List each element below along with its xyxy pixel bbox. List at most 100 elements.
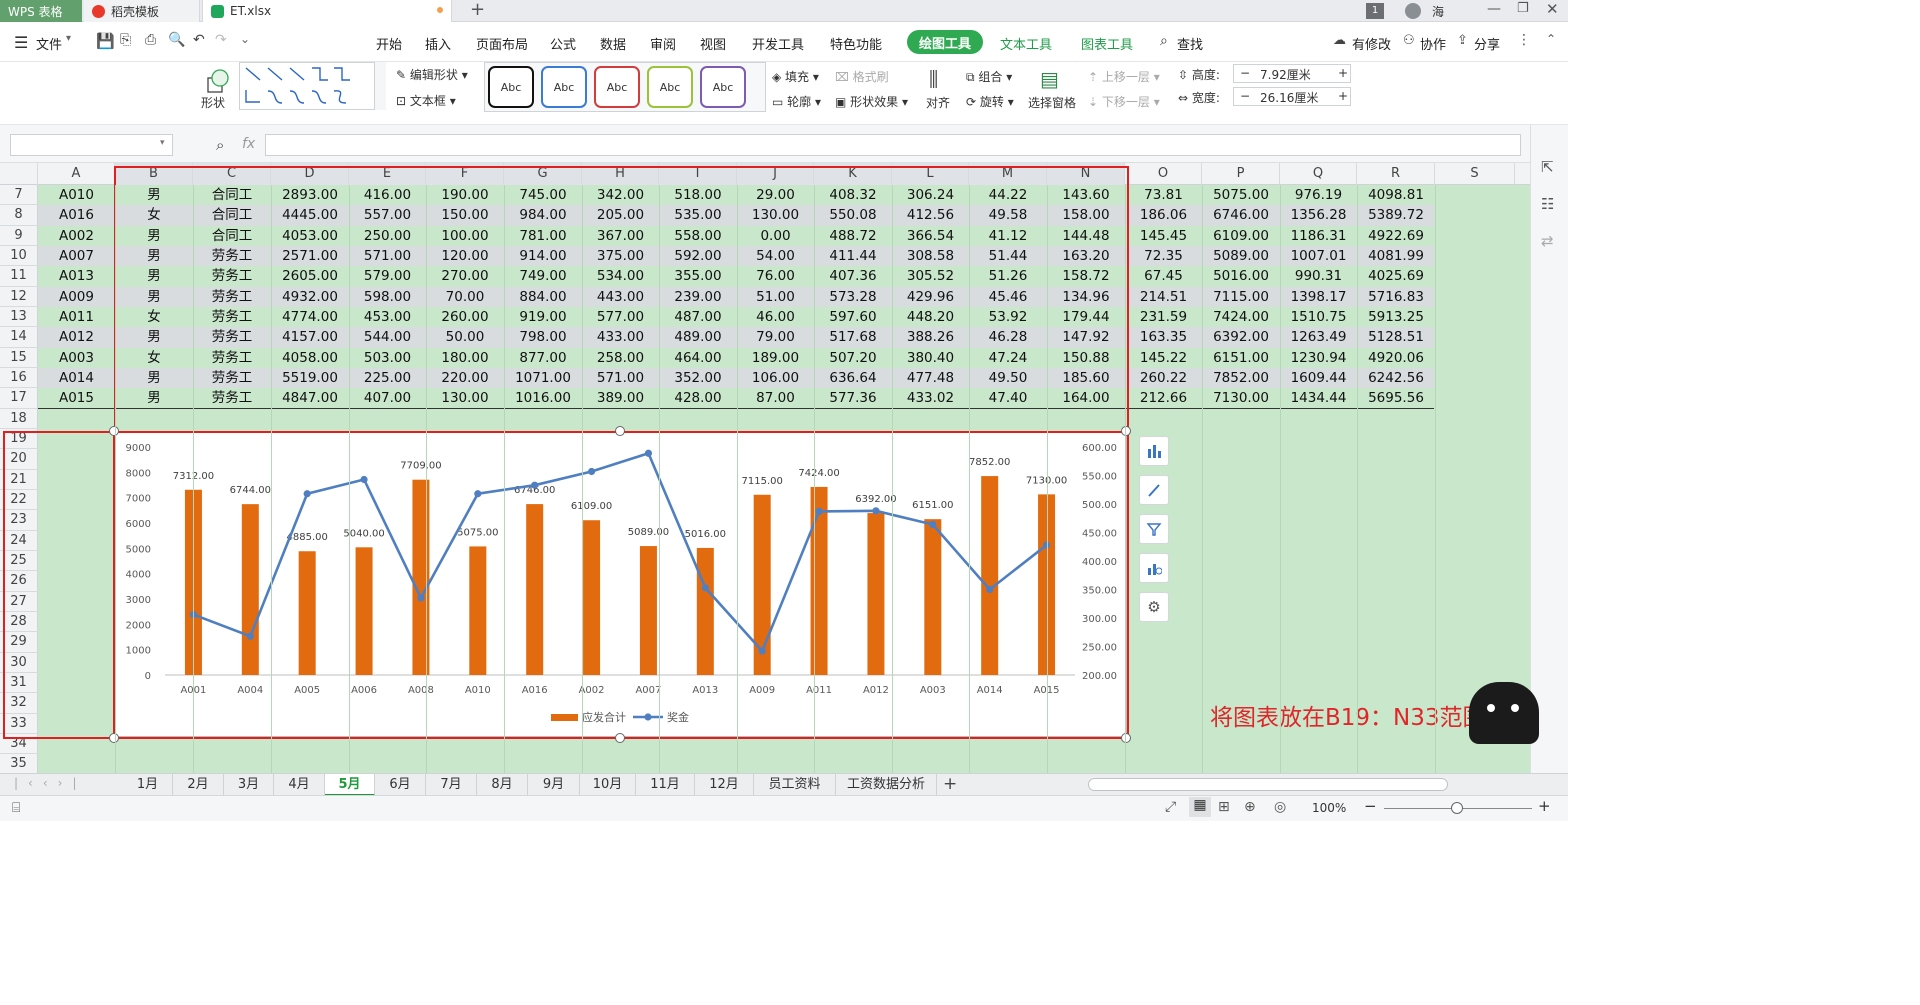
- sheet-tab[interactable]: 3月: [224, 774, 274, 796]
- macro-icon[interactable]: ⌸: [12, 800, 20, 816]
- table-cell[interactable]: 4920.06: [1357, 348, 1435, 368]
- table-cell[interactable]: 214.51: [1125, 287, 1202, 307]
- table-cell[interactable]: 5913.25: [1357, 307, 1435, 327]
- table-cell[interactable]: 5075.00: [1202, 185, 1280, 205]
- textbox-button[interactable]: ⊡ 文本框 ▾: [396, 92, 456, 109]
- search-button[interactable]: 查找: [1177, 34, 1203, 53]
- row-header[interactable]: 15: [0, 347, 38, 368]
- undo-icon[interactable]: ↶: [193, 32, 205, 48]
- style-black[interactable]: Abc: [488, 66, 534, 108]
- gear-icon[interactable]: ⚙: [1139, 592, 1169, 622]
- table-cell[interactable]: 976.19: [1280, 185, 1357, 205]
- table-cell[interactable]: 1230.94: [1280, 348, 1357, 368]
- row-header[interactable]: 18: [0, 408, 38, 429]
- table-cell[interactable]: A012: [38, 327, 115, 347]
- sheet-tab[interactable]: 1月: [123, 774, 173, 796]
- format-brush-button[interactable]: ⌧ 格式刷: [835, 68, 889, 85]
- assistant-cat-icon[interactable]: [1469, 682, 1539, 744]
- table-cell[interactable]: 186.06: [1125, 205, 1202, 225]
- window-count-badge[interactable]: 1: [1366, 3, 1384, 19]
- table-cell[interactable]: A014: [38, 368, 115, 388]
- table-cell[interactable]: 4025.69: [1357, 266, 1435, 286]
- avatar[interactable]: [1405, 3, 1421, 19]
- collaborate-button[interactable]: 协作: [1420, 34, 1446, 53]
- sheet-tab[interactable]: 9月: [528, 774, 580, 796]
- print-preview-icon[interactable]: 🔍: [168, 32, 185, 48]
- table-cell[interactable]: A015: [38, 388, 115, 408]
- height-spinner[interactable]: − 7.92厘米 +: [1233, 64, 1351, 83]
- table-cell[interactable]: 1356.28: [1280, 205, 1357, 225]
- chart-data-icon[interactable]: [1139, 553, 1169, 583]
- resize-handle[interactable]: [109, 733, 119, 743]
- chevron-down-icon[interactable]: ▾: [66, 33, 71, 44]
- sheet-tab[interactable]: 4月: [274, 774, 325, 796]
- table-cell[interactable]: 260.22: [1125, 368, 1202, 388]
- height-value[interactable]: 7.92厘米: [1260, 66, 1311, 83]
- row-header[interactable]: 11: [0, 266, 38, 287]
- rotate-button[interactable]: ⟳ 旋转 ▾: [966, 93, 1014, 110]
- gallery-scroll[interactable]: [374, 62, 386, 110]
- table-cell[interactable]: 7852.00: [1202, 368, 1280, 388]
- menu-page-layout[interactable]: 页面布局: [476, 34, 528, 53]
- fx-icon[interactable]: fx: [242, 136, 255, 152]
- row-header[interactable]: 10: [0, 245, 38, 267]
- row-header[interactable]: 35: [0, 754, 38, 773]
- sheet-tab[interactable]: 6月: [375, 774, 426, 796]
- table-cell[interactable]: 1398.17: [1280, 287, 1357, 307]
- column-header-s[interactable]: S: [1435, 163, 1515, 185]
- table-cell[interactable]: 7130.00: [1202, 388, 1280, 408]
- chart-elements-icon[interactable]: [1139, 436, 1169, 466]
- new-tab-button[interactable]: +: [470, 0, 485, 20]
- table-cell[interactable]: 7115.00: [1202, 287, 1280, 307]
- sheet-tab[interactable]: 7月: [426, 774, 477, 796]
- menu-special[interactable]: 特色功能: [830, 34, 882, 53]
- shape-icon[interactable]: [205, 68, 231, 94]
- cursor-select-icon[interactable]: ⇱: [1541, 158, 1554, 176]
- column-header-o[interactable]: O: [1125, 163, 1202, 185]
- column-header-r[interactable]: R: [1357, 163, 1435, 185]
- decrement-icon[interactable]: −: [1240, 66, 1250, 80]
- table-cell[interactable]: 4098.81: [1357, 185, 1435, 205]
- collapse-ribbon-icon[interactable]: ⌃: [1546, 32, 1556, 46]
- table-cell[interactable]: 5016.00: [1202, 266, 1280, 286]
- resize-handle[interactable]: [615, 733, 625, 743]
- style-green[interactable]: Abc: [647, 66, 693, 108]
- sheet-tab[interactable]: 12月: [695, 774, 754, 796]
- style-red[interactable]: Abc: [594, 66, 640, 108]
- table-cell[interactable]: 6392.00: [1202, 327, 1280, 347]
- zoom-in-icon[interactable]: +: [1538, 797, 1551, 815]
- resize-handle[interactable]: [109, 426, 119, 436]
- reading-mode-icon[interactable]: ⊕: [1244, 799, 1256, 815]
- sheet-tab[interactable]: 8月: [477, 774, 528, 796]
- table-cell[interactable]: 7424.00: [1202, 307, 1280, 327]
- shape-button[interactable]: 形状: [201, 94, 225, 111]
- row-header[interactable]: 14: [0, 327, 38, 348]
- table-cell[interactable]: 212.66: [1125, 388, 1202, 408]
- horizontal-scrollbar[interactable]: [1088, 778, 1448, 791]
- menu-formula[interactable]: 公式: [550, 34, 576, 53]
- properties-icon[interactable]: ☷: [1541, 195, 1554, 213]
- resize-handle[interactable]: [1121, 426, 1131, 436]
- table-cell[interactable]: 6746.00: [1202, 205, 1280, 225]
- sheet-tab[interactable]: 工资数据分析: [836, 774, 937, 796]
- close-icon[interactable]: ✕: [1546, 0, 1559, 18]
- sheet-nav-arrows-icon[interactable]: |‹‹›|: [14, 776, 86, 790]
- tab-daoke-template[interactable]: 稻壳模板: [84, 0, 200, 22]
- width-spinner[interactable]: − 26.16厘米 +: [1233, 87, 1351, 106]
- table-cell[interactable]: 4081.99: [1357, 246, 1435, 266]
- table-cell[interactable]: 72.35: [1125, 246, 1202, 266]
- table-cell[interactable]: A007: [38, 246, 115, 266]
- menu-developer[interactable]: 开发工具: [752, 34, 804, 53]
- row-header[interactable]: 7: [0, 185, 38, 206]
- style-blue[interactable]: Abc: [541, 66, 587, 108]
- row-header[interactable]: 13: [0, 306, 38, 328]
- shape-gallery[interactable]: [239, 62, 385, 110]
- normal-view-icon[interactable]: ▦: [1189, 797, 1211, 817]
- send-backward-button[interactable]: ⇣ 下移一层 ▾: [1088, 93, 1160, 110]
- table-cell[interactable]: A009: [38, 287, 115, 307]
- formula-input[interactable]: [265, 134, 1521, 156]
- file-menu[interactable]: 文件: [36, 34, 62, 53]
- table-cell[interactable]: 67.45: [1125, 266, 1202, 286]
- eye-protection-icon[interactable]: ◎: [1274, 799, 1286, 815]
- search-icon[interactable]: ⌕: [1160, 33, 1168, 49]
